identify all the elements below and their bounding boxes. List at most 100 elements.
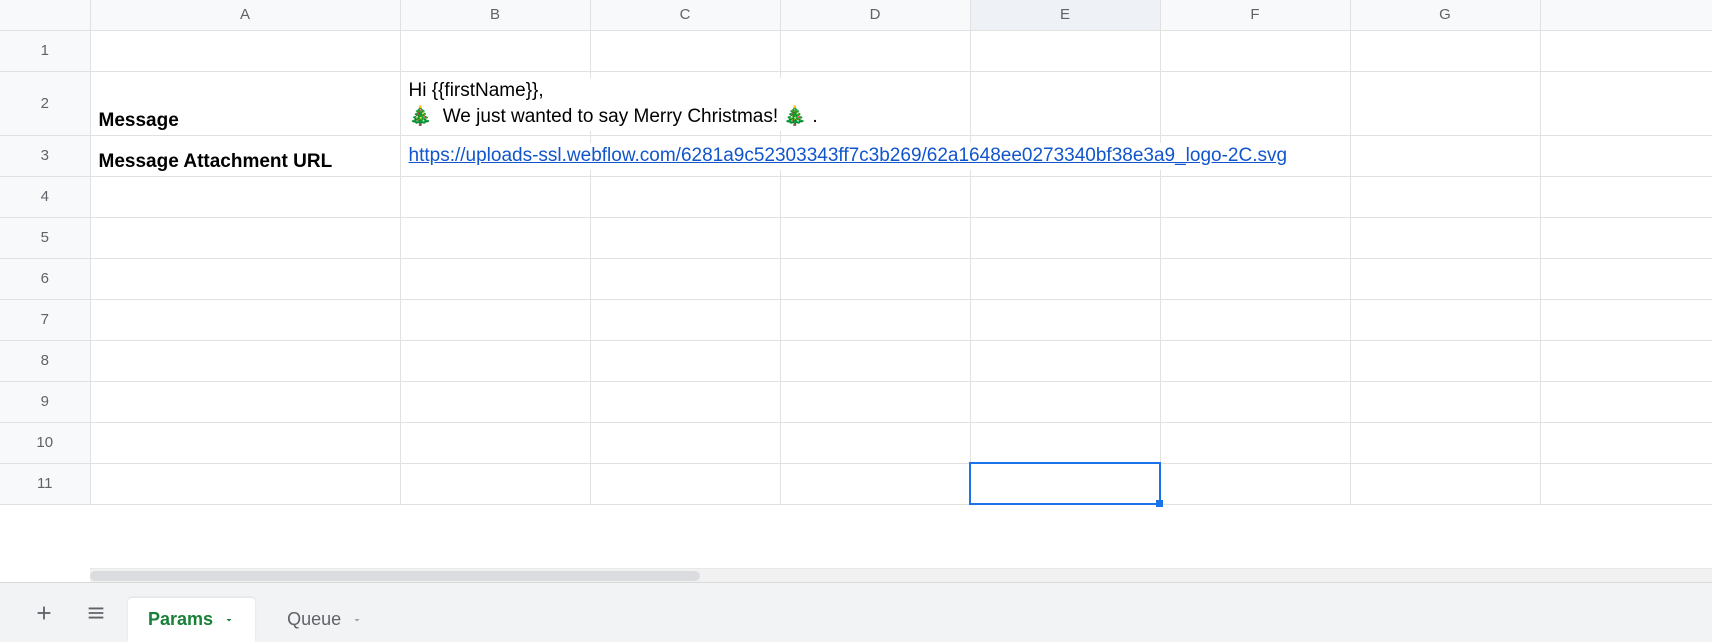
chevron-down-icon[interactable] bbox=[223, 614, 235, 626]
horizontal-scrollbar[interactable] bbox=[90, 568, 1712, 582]
sheet-tab-params[interactable]: Params bbox=[128, 598, 255, 642]
cell-E10[interactable] bbox=[970, 422, 1160, 463]
cell-G6[interactable] bbox=[1350, 258, 1540, 299]
cell-D5[interactable] bbox=[780, 217, 970, 258]
cell-B11[interactable] bbox=[400, 463, 590, 504]
cell-A10[interactable] bbox=[90, 422, 400, 463]
cell-C7[interactable] bbox=[590, 299, 780, 340]
cell-G5[interactable] bbox=[1350, 217, 1540, 258]
cell-C4[interactable] bbox=[590, 176, 780, 217]
cell-E7[interactable] bbox=[970, 299, 1160, 340]
chevron-down-icon[interactable] bbox=[351, 614, 363, 626]
column-header-A[interactable]: A bbox=[90, 0, 400, 30]
cell-F2[interactable] bbox=[1160, 71, 1350, 135]
cell-G10[interactable] bbox=[1350, 422, 1540, 463]
row-header-9[interactable]: 9 bbox=[0, 381, 90, 422]
cell-extra-2[interactable] bbox=[1540, 71, 1712, 135]
cell-A6[interactable] bbox=[90, 258, 400, 299]
column-header-extra[interactable] bbox=[1540, 0, 1712, 30]
cell-C6[interactable] bbox=[590, 258, 780, 299]
cell-D7[interactable] bbox=[780, 299, 970, 340]
cell-C10[interactable] bbox=[590, 422, 780, 463]
cell-link[interactable]: https://uploads-ssl.webflow.com/6281a9c5… bbox=[409, 145, 1288, 166]
cell-extra-1[interactable] bbox=[1540, 30, 1712, 71]
row-header-11[interactable]: 11 bbox=[0, 463, 90, 504]
row-header-1[interactable]: 1 bbox=[0, 30, 90, 71]
cell-B6[interactable] bbox=[400, 258, 590, 299]
cell-F8[interactable] bbox=[1160, 340, 1350, 381]
cell-G9[interactable] bbox=[1350, 381, 1540, 422]
cell-B8[interactable] bbox=[400, 340, 590, 381]
column-header-E[interactable]: E bbox=[970, 0, 1160, 30]
column-header-D[interactable]: D bbox=[780, 0, 970, 30]
cell-B10[interactable] bbox=[400, 422, 590, 463]
cell-A9[interactable] bbox=[90, 381, 400, 422]
cell-E2[interactable] bbox=[970, 71, 1160, 135]
row-header-8[interactable]: 8 bbox=[0, 340, 90, 381]
scrollbar-thumb[interactable] bbox=[90, 571, 700, 581]
cell-A4[interactable] bbox=[90, 176, 400, 217]
cell-F6[interactable] bbox=[1160, 258, 1350, 299]
cell-extra-11[interactable] bbox=[1540, 463, 1712, 504]
cell-C8[interactable] bbox=[590, 340, 780, 381]
cell-G11[interactable] bbox=[1350, 463, 1540, 504]
cell-B4[interactable] bbox=[400, 176, 590, 217]
cell-B3[interactable]: https://uploads-ssl.webflow.com/6281a9c5… bbox=[400, 135, 590, 176]
cell-E6[interactable] bbox=[970, 258, 1160, 299]
cell-D11[interactable] bbox=[780, 463, 970, 504]
column-header-B[interactable]: B bbox=[400, 0, 590, 30]
column-header-C[interactable]: C bbox=[590, 0, 780, 30]
cell-G3[interactable] bbox=[1350, 135, 1540, 176]
cell-G1[interactable] bbox=[1350, 30, 1540, 71]
row-header-10[interactable]: 10 bbox=[0, 422, 90, 463]
cell-B7[interactable] bbox=[400, 299, 590, 340]
cell-D1[interactable] bbox=[780, 30, 970, 71]
cell-extra-8[interactable] bbox=[1540, 340, 1712, 381]
row-header-7[interactable]: 7 bbox=[0, 299, 90, 340]
cell-E4[interactable] bbox=[970, 176, 1160, 217]
cell-D10[interactable] bbox=[780, 422, 970, 463]
cell-E1[interactable] bbox=[970, 30, 1160, 71]
cell-A3[interactable]: Message Attachment URL bbox=[90, 135, 400, 176]
cell-G7[interactable] bbox=[1350, 299, 1540, 340]
select-all-corner[interactable] bbox=[0, 0, 90, 30]
cell-C5[interactable] bbox=[590, 217, 780, 258]
row-header-3[interactable]: 3 bbox=[0, 135, 90, 176]
cell-G4[interactable] bbox=[1350, 176, 1540, 217]
cell-A7[interactable] bbox=[90, 299, 400, 340]
column-header-G[interactable]: G bbox=[1350, 0, 1540, 30]
cell-extra-5[interactable] bbox=[1540, 217, 1712, 258]
cell-D9[interactable] bbox=[780, 381, 970, 422]
cell-A11[interactable] bbox=[90, 463, 400, 504]
column-header-F[interactable]: F bbox=[1160, 0, 1350, 30]
cell-F11[interactable] bbox=[1160, 463, 1350, 504]
cell-E11[interactable] bbox=[970, 463, 1160, 504]
cell-A8[interactable] bbox=[90, 340, 400, 381]
cell-G8[interactable] bbox=[1350, 340, 1540, 381]
row-header-2[interactable]: 2 bbox=[0, 71, 90, 135]
cell-F4[interactable] bbox=[1160, 176, 1350, 217]
cell-G2[interactable] bbox=[1350, 71, 1540, 135]
cell-extra-6[interactable] bbox=[1540, 258, 1712, 299]
cell-B5[interactable] bbox=[400, 217, 590, 258]
cell-E9[interactable] bbox=[970, 381, 1160, 422]
cell-C11[interactable] bbox=[590, 463, 780, 504]
cell-F9[interactable] bbox=[1160, 381, 1350, 422]
spreadsheet-grid[interactable]: ABCDEFG 12MessageHi {{firstName}}, 🎄 We … bbox=[0, 0, 1712, 505]
cell-D8[interactable] bbox=[780, 340, 970, 381]
cell-B2[interactable]: Hi {{firstName}}, 🎄 We just wanted to sa… bbox=[400, 71, 590, 135]
all-sheets-button[interactable] bbox=[76, 593, 116, 633]
cell-C9[interactable] bbox=[590, 381, 780, 422]
add-sheet-button[interactable] bbox=[24, 593, 64, 633]
cell-extra-10[interactable] bbox=[1540, 422, 1712, 463]
cell-extra-9[interactable] bbox=[1540, 381, 1712, 422]
cell-F5[interactable] bbox=[1160, 217, 1350, 258]
cell-extra-7[interactable] bbox=[1540, 299, 1712, 340]
cell-C1[interactable] bbox=[590, 30, 780, 71]
cell-A2[interactable]: Message bbox=[90, 71, 400, 135]
cell-A5[interactable] bbox=[90, 217, 400, 258]
cell-D6[interactable] bbox=[780, 258, 970, 299]
cell-A1[interactable] bbox=[90, 30, 400, 71]
cell-E5[interactable] bbox=[970, 217, 1160, 258]
row-header-6[interactable]: 6 bbox=[0, 258, 90, 299]
